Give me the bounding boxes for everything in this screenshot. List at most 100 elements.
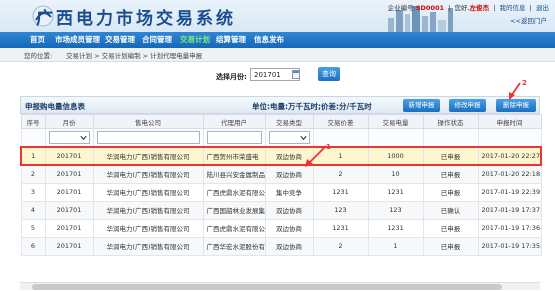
cell-company: 华润电力(广西)销售有限公司 xyxy=(92,164,204,184)
cell-volume: 1 xyxy=(367,236,424,256)
month-column-select[interactable] xyxy=(48,131,90,144)
cell-type: 双边协商 xyxy=(264,200,314,220)
filter-cell-no xyxy=(20,128,46,148)
breadcrumb-path: 交易计划 > 交易计划编制 > 计划代理电量申报 xyxy=(66,52,203,60)
cell-no: 1 xyxy=(20,146,46,166)
cell-company: 华润电力(广西)销售有限公司 xyxy=(92,182,204,202)
filter-cell-volume xyxy=(367,128,424,148)
greeting: 您好, xyxy=(454,4,470,12)
filter-cell-type xyxy=(264,128,314,148)
logout-link[interactable]: 退出 xyxy=(536,4,549,12)
cell-type: 双边协商 xyxy=(264,164,314,184)
cell-type: 双边协商 xyxy=(264,236,314,256)
cell-month: 201701 xyxy=(44,164,94,184)
col-header-company: 售电公司 xyxy=(92,114,204,129)
table-row[interactable]: 3 201701 华润电力(广西)销售有限公司 广西虎鼎水泥有限公 集中竞争 1… xyxy=(20,182,542,202)
cell-time: 2017-01-19 17:35:3 xyxy=(477,236,542,256)
filter-cell-time xyxy=(477,128,542,148)
cell-volume: 10 xyxy=(367,164,424,184)
cell-month: 201701 xyxy=(44,218,94,238)
cell-company: 华润电力(广西)销售有限公司 xyxy=(92,146,204,166)
table-row[interactable]: 1 201701 华润电力(广西)销售有限公司 广西贺州市荣盛电 双边协商 1 … xyxy=(20,146,542,166)
nav-settlement[interactable]: 结算管理 xyxy=(216,32,246,48)
delete-declaration-button[interactable]: 删除申报 xyxy=(496,99,536,112)
table-row[interactable]: 4 201701 华润电力(广西)销售有限公司 广西国韶林业发展集 双边协商 1… xyxy=(20,200,542,220)
cell-type: 双边协商 xyxy=(264,218,314,238)
cell-user: 陆川县兴安金属制品 xyxy=(202,164,266,184)
cell-user: 广西虎鼎水泥有限公 xyxy=(202,182,266,202)
col-header-type: 交易类型 xyxy=(264,114,314,129)
cell-company: 华润电力(广西)销售有限公司 xyxy=(92,218,204,238)
company-code: SD0001 xyxy=(415,4,445,12)
col-header-month: 月份 xyxy=(44,114,94,129)
cell-volume: 1231 xyxy=(367,182,424,202)
nav-market-members[interactable]: 市场成员管理 xyxy=(55,32,100,48)
cell-status: 已确认 xyxy=(422,200,479,220)
col-header-time: 申报时间 xyxy=(477,114,542,129)
unit-text: 单位:电量:万千瓦时;价差:分/千瓦时 xyxy=(252,102,372,111)
cell-type: 双边协商 xyxy=(264,146,314,166)
col-header-price: 交易价差 xyxy=(312,114,369,129)
cell-no: 5 xyxy=(20,218,46,238)
breadcrumb-prefix: 您的位置: xyxy=(24,52,53,60)
back-to-portal-link[interactable]: <<返回门户 xyxy=(510,15,547,25)
declaration-table: 序号 月份 售电公司 代理用户 交易类型 交易价差 交易电量 操作状态 申报时间 xyxy=(20,114,542,256)
nav-publish[interactable]: 信息发布 xyxy=(254,32,284,48)
cell-user: 广西华宏水泥股份有 xyxy=(202,236,266,256)
table-row[interactable]: 6 201701 华润电力(广西)销售有限公司 广西华宏水泥股份有 双边协商 2… xyxy=(20,236,542,256)
calendar-icon[interactable] xyxy=(292,70,300,79)
cell-price: 123 xyxy=(312,200,369,220)
col-header-user: 代理用户 xyxy=(202,114,266,129)
nav-home[interactable]: 首页 xyxy=(30,32,45,48)
nav-trading-plan[interactable]: 交易计划 xyxy=(180,32,210,48)
col-header-volume: 交易电量 xyxy=(367,114,424,129)
user-info-bar: 企业编号:SD0001 | 您好,左俊杰 | 我的信息 | 退出 xyxy=(387,4,549,12)
query-button[interactable]: 查询 xyxy=(318,67,340,81)
nav-contracts[interactable]: 合同管理 xyxy=(142,32,172,48)
chevron-down-icon xyxy=(79,135,87,141)
cell-no: 2 xyxy=(20,164,46,184)
main-nav: 首页 市场成员管理 交易管理 合同管理 交易计划 结算管理 信息发布 xyxy=(0,32,555,48)
edit-declaration-button[interactable]: 修改申报 xyxy=(449,99,486,112)
cell-status: 已申报 xyxy=(422,218,479,238)
user-column-filter[interactable] xyxy=(206,131,262,144)
scrollbar-thumb[interactable] xyxy=(32,284,502,290)
app-header: 广西电力市场交易系统 企业编号:SD0001 | 您好,左俊杰 | 我的信息 |… xyxy=(0,0,555,32)
cell-price: 2 xyxy=(312,164,369,184)
cell-price: 1 xyxy=(312,146,369,166)
panel-header: 申报购电量信息表 单位:电量:万千瓦时;价差:分/千瓦时 新增申报 修改申报 删… xyxy=(20,96,540,114)
cell-user: 广西国韶林业发展集 xyxy=(202,200,266,220)
table-row[interactable]: 2 201701 华润电力(广西)销售有限公司 陆川县兴安金属制品 双边协商 2… xyxy=(20,164,542,184)
cell-status: 已申报 xyxy=(422,164,479,184)
cell-month: 201701 xyxy=(44,200,94,220)
filter-row xyxy=(20,128,542,148)
cell-month: 201701 xyxy=(44,236,94,256)
filter-cell-month xyxy=(44,128,94,148)
cell-no: 4 xyxy=(20,200,46,220)
cell-type: 集中竞争 xyxy=(264,182,314,202)
col-header-status: 操作状态 xyxy=(422,114,479,129)
cell-company: 华润电力(广西)销售有限公司 xyxy=(92,200,204,220)
cell-user: 广西虎鼎水泥有限公 xyxy=(202,218,266,238)
company-code-label: 企业编号: xyxy=(387,4,416,12)
cell-time: 2017-01-19 22:39:2 xyxy=(477,182,542,202)
cell-month: 201701 xyxy=(44,182,94,202)
app-title: 广西电力市场交易系统 xyxy=(36,9,236,29)
annotation-label-1: 1 xyxy=(326,143,331,151)
new-declaration-button[interactable]: 新增申报 xyxy=(403,99,440,112)
my-info-link[interactable]: 我的信息 xyxy=(500,4,526,12)
company-column-filter[interactable] xyxy=(96,131,200,144)
annotation-label-2: 2 xyxy=(522,79,527,87)
type-column-select[interactable] xyxy=(268,131,310,144)
cell-company: 华润电力(广西)销售有限公司 xyxy=(92,236,204,256)
table-row[interactable]: 5 201701 华润电力(广西)销售有限公司 广西虎鼎水泥有限公 双边协商 1… xyxy=(20,218,542,238)
nav-trading[interactable]: 交易管理 xyxy=(105,32,135,48)
filter-cell-price xyxy=(312,128,369,148)
cell-time: 2017-01-19 17:36:0 xyxy=(477,218,542,238)
cell-no: 3 xyxy=(20,182,46,202)
cell-status: 已申报 xyxy=(422,182,479,202)
horizontal-scrollbar[interactable] xyxy=(20,282,540,290)
cell-time: 2017-01-19 17:37:0 xyxy=(477,200,542,220)
cell-month: 201701 xyxy=(44,146,94,166)
filter-cell-status xyxy=(422,128,479,148)
